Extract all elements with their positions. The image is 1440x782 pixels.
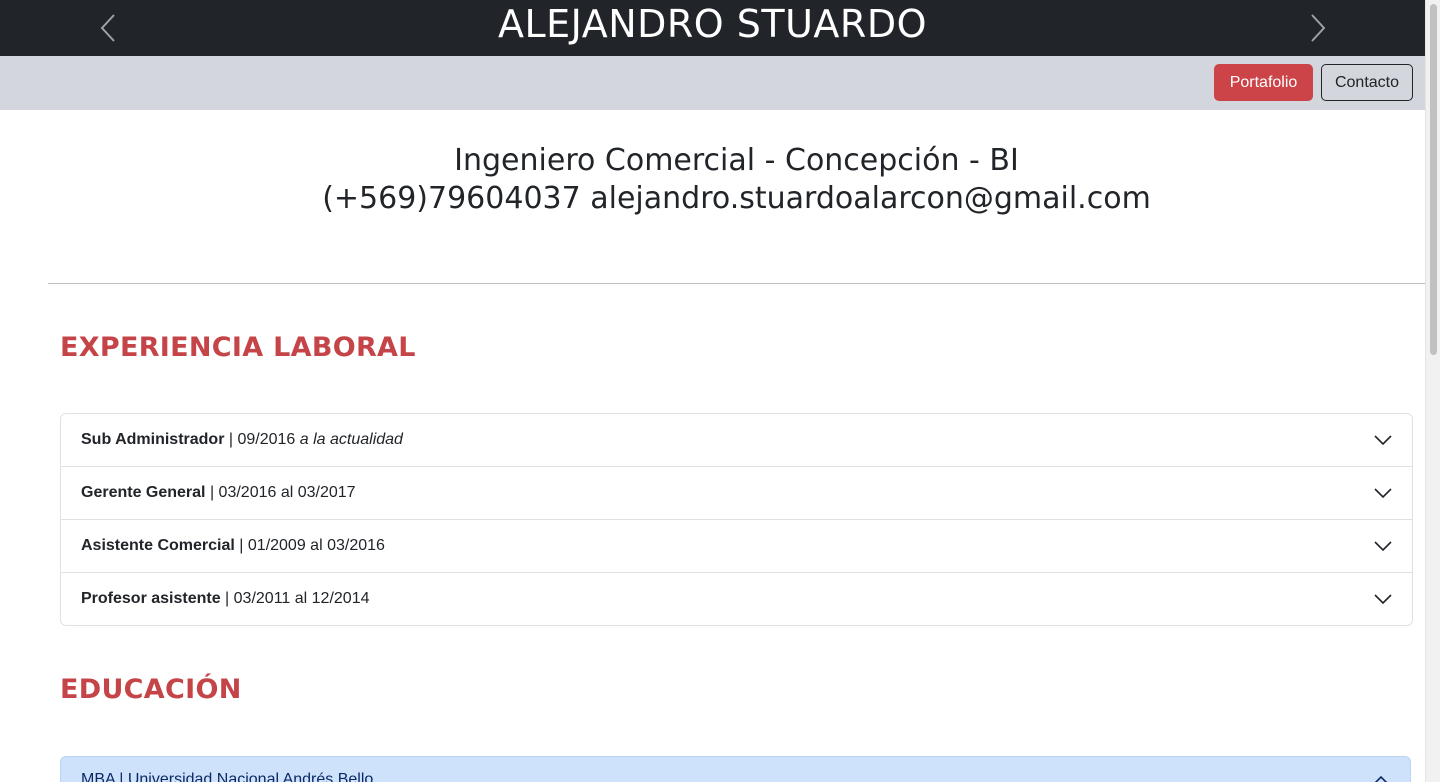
education-item-label: MBA | Universidad Nacional Andrés Bello — [81, 771, 374, 782]
profile-contact-info: (+569)79604037 alejandro.stuardoalarcon@… — [322, 181, 1151, 216]
education-section-title: EDUCACIÓN — [60, 674, 242, 705]
header-carousel: ALEJANDRO STUARDO — [0, 0, 1425, 56]
experience-dates: | 03/2016 al 03/2017 — [205, 484, 356, 501]
profile-headline: Ingeniero Comercial - Concepción - BI — [454, 143, 1019, 178]
experience-section-title: EXPERIENCIA LABORAL — [60, 332, 416, 363]
browser-viewport: ALEJANDRO STUARDO Portafolio Contacto In… — [0, 0, 1440, 782]
education-item[interactable]: MBA | Universidad Nacional Andrés Bello — [60, 756, 1411, 782]
resume-page: ALEJANDRO STUARDO Portafolio Contacto In… — [0, 0, 1425, 782]
experience-item[interactable]: Gerente General | 03/2016 al 03/2017 — [61, 466, 1412, 519]
divider — [48, 283, 1425, 284]
contact-button[interactable]: Contacto — [1321, 64, 1413, 101]
chevron-down-icon[interactable] — [1374, 432, 1392, 448]
experience-item-label: Gerente General | 03/2016 al 03/2017 — [81, 467, 356, 519]
experience-accordion: Sub Administrador | 09/2016 a la actuali… — [60, 413, 1413, 626]
experience-item-label: Asistente Comercial | 01/2009 al 03/2016 — [81, 520, 385, 572]
portfolio-button[interactable]: Portafolio — [1214, 64, 1313, 101]
chevron-up-icon[interactable] — [1372, 773, 1390, 782]
experience-item-label: Profesor asistente | 03/2011 al 12/2014 — [81, 573, 369, 625]
page-scrollbar[interactable] — [1425, 0, 1440, 782]
chevron-down-icon[interactable] — [1374, 538, 1392, 554]
experience-role: Profesor asistente — [81, 590, 221, 607]
navbar: Portafolio Contacto — [0, 56, 1425, 110]
chevron-right-icon[interactable] — [1306, 12, 1330, 44]
page-title: ALEJANDRO STUARDO — [497, 2, 927, 46]
experience-item[interactable]: Sub Administrador | 09/2016 a la actuali… — [61, 414, 1412, 466]
experience-item[interactable]: Profesor asistente | 03/2011 al 12/2014 — [61, 572, 1412, 625]
experience-role: Asistente Comercial — [81, 537, 235, 554]
experience-item[interactable]: Asistente Comercial | 01/2009 al 03/2016 — [61, 519, 1412, 572]
experience-dates: | 01/2009 al 03/2016 — [234, 537, 385, 554]
experience-dates: | 03/2011 al 12/2014 — [220, 590, 370, 607]
chevron-down-icon[interactable] — [1374, 485, 1392, 501]
experience-item-label: Sub Administrador | 09/2016 a la actuali… — [81, 414, 403, 466]
experience-note: a la actualidad — [299, 431, 403, 448]
experience-role: Gerente General — [81, 484, 206, 501]
profile-summary: Ingeniero Comercial - Concepción - BI (+… — [48, 142, 1425, 218]
experience-dates: | 09/2016 — [224, 431, 300, 448]
scrollbar-thumb[interactable] — [1430, 4, 1437, 355]
experience-role: Sub Administrador — [81, 431, 225, 448]
chevron-down-icon[interactable] — [1374, 591, 1392, 607]
